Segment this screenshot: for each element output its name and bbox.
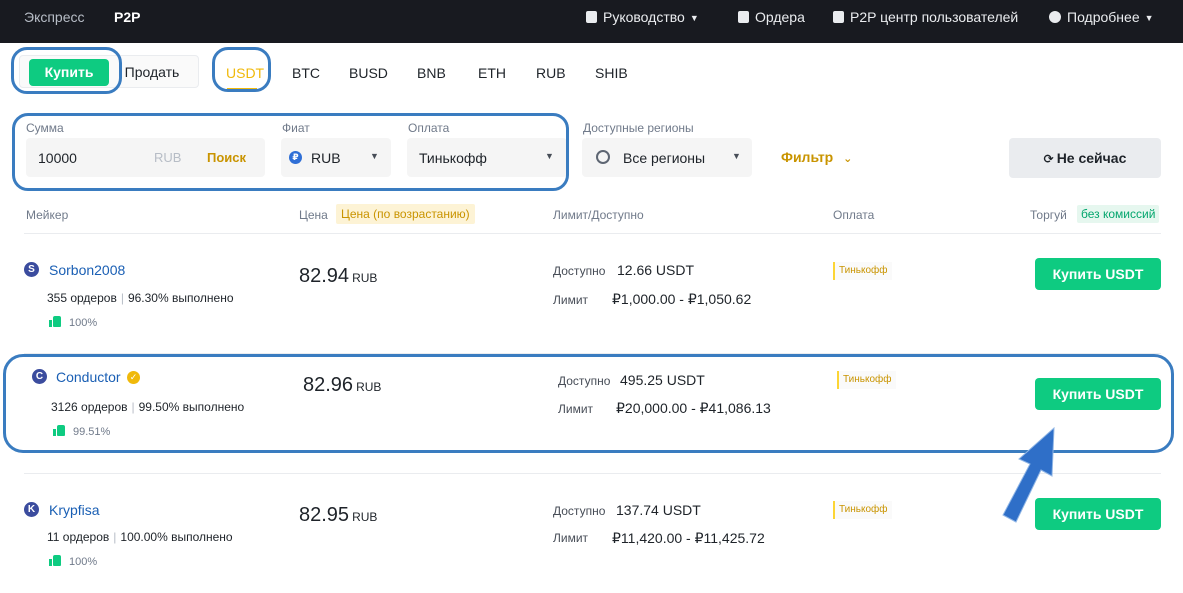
annotation-arrow-icon [1002, 426, 1055, 523]
